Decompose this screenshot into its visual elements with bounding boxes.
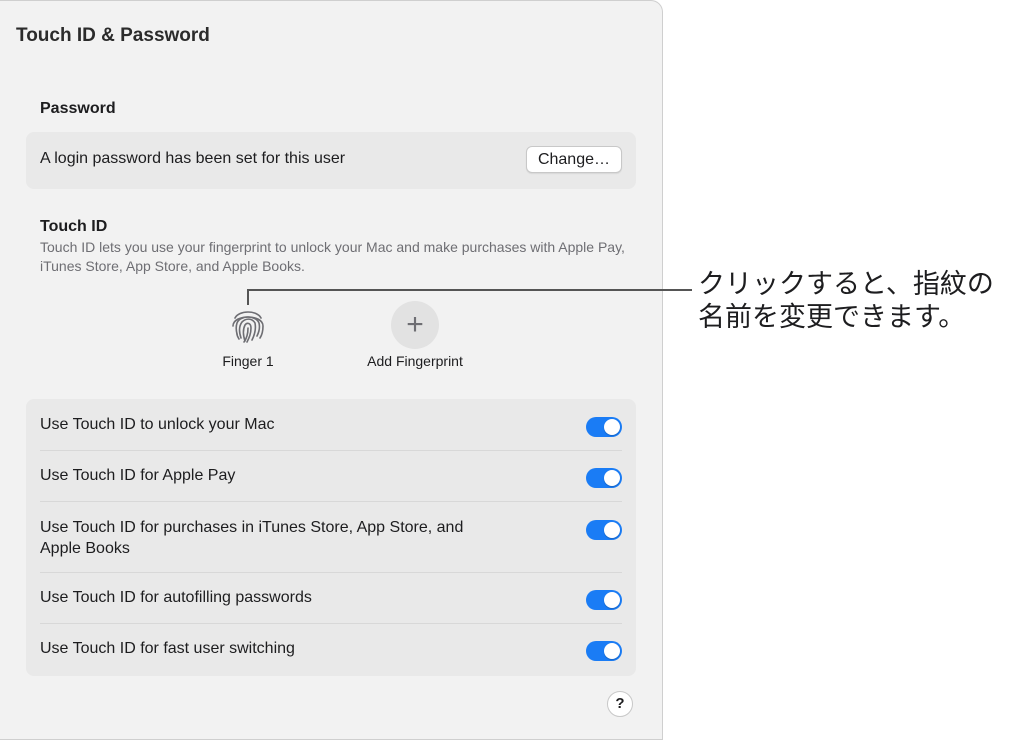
option-label: Use Touch ID for autofilling passwords <box>40 589 312 606</box>
callout-line <box>247 289 249 305</box>
password-card: A login password has been set for this u… <box>26 132 636 189</box>
toggle-knob <box>604 643 620 659</box>
toggle-knob <box>604 419 620 435</box>
callout-text: クリックすると、指紋の名前を変更できます。 <box>698 269 994 332</box>
touch-id-options-card: Use Touch ID to unlock your Mac Use Touc… <box>26 399 636 676</box>
option-row-fast-user-switching: Use Touch ID for fast user switching <box>40 624 622 676</box>
add-fingerprint-label: Add Fingerprint <box>367 353 463 369</box>
option-row-autofill: Use Touch ID for autofilling passwords <box>40 573 622 624</box>
fingerprint-finger-1[interactable]: Finger 1 <box>210 301 286 369</box>
option-row-apple-pay: Use Touch ID for Apple Pay <box>40 451 622 502</box>
help-button[interactable]: ? <box>607 691 633 717</box>
fingerprint-label: Finger 1 <box>222 353 274 369</box>
plus-icon: + <box>391 301 439 349</box>
password-heading: Password <box>40 100 116 117</box>
window-title: Touch ID & Password <box>16 25 210 46</box>
option-label: Use Touch ID for fast user switching <box>40 640 295 657</box>
toggle-knob <box>604 522 620 538</box>
add-fingerprint-button[interactable]: + Add Fingerprint <box>355 301 475 369</box>
option-label: Use Touch ID for purchases in iTunes Sto… <box>40 519 464 557</box>
option-label: Use Touch ID for Apple Pay <box>40 467 236 484</box>
unlock-mac-toggle[interactable] <box>586 417 622 437</box>
option-row-unlock-mac: Use Touch ID to unlock your Mac <box>40 399 622 451</box>
touch-id-description: Touch ID lets you use your fingerprint t… <box>40 239 625 274</box>
apple-pay-toggle[interactable] <box>586 468 622 488</box>
toggle-knob <box>604 592 620 608</box>
password-status: A login password has been set for this u… <box>40 150 346 167</box>
settings-window: Touch ID & Password Password A login pas… <box>0 0 663 740</box>
option-row-purchases: Use Touch ID for purchases in iTunes Sto… <box>40 502 622 573</box>
change-password-button[interactable]: Change… <box>525 146 622 173</box>
fast-user-switching-toggle[interactable] <box>586 641 622 661</box>
fingerprint-icon <box>224 301 272 349</box>
option-label: Use Touch ID to unlock your Mac <box>40 416 275 433</box>
callout-line <box>247 289 692 291</box>
purchases-toggle[interactable] <box>586 520 622 540</box>
touch-id-heading: Touch ID <box>40 218 108 235</box>
autofill-toggle[interactable] <box>586 590 622 610</box>
toggle-knob <box>604 470 620 486</box>
